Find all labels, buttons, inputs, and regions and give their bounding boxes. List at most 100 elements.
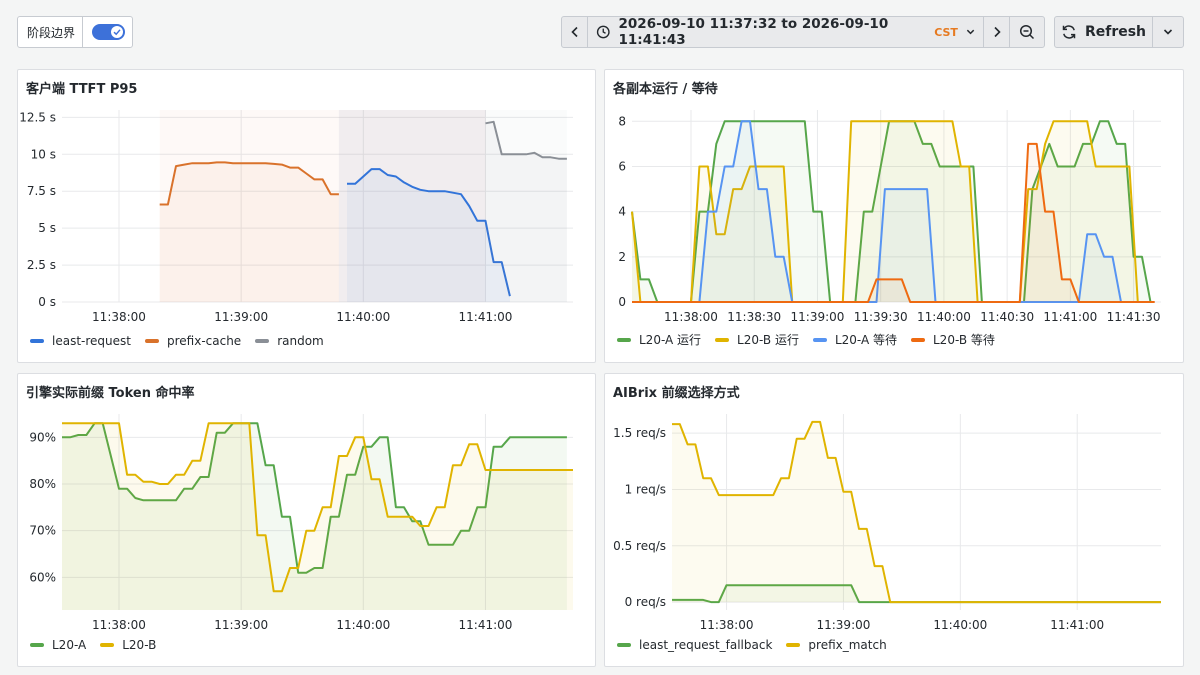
y-tick-label: 60% [29, 570, 56, 584]
phase-boundary-control: 阶段边界 [17, 16, 133, 48]
y-tick-label: 7.5 s [27, 184, 56, 198]
y-tick-label: 12.5 s [19, 110, 56, 124]
legend-item[interactable]: L20-A [30, 638, 86, 652]
aibrix-chart: 11:38:00 11:39:00 11:40:00 11:41:00 0 req/s 0… [613, 414, 1161, 632]
legend-item[interactable]: L20-A 等待 [812, 331, 897, 348]
x-tick-label: 11:39:00 [214, 618, 268, 632]
series-area [159, 162, 339, 302]
legend-swatch [786, 643, 801, 647]
chevron-right-icon [993, 26, 1001, 38]
legend-item[interactable]: prefix_match [786, 638, 887, 652]
x-tick-label: 11:41:00 [1043, 310, 1097, 324]
x-tick-label: 11:40:30 [980, 310, 1034, 324]
legend-item[interactable]: least_request_fallback [617, 638, 772, 652]
x-tick-label: 11:38:00 [664, 310, 718, 324]
legend-swatch [715, 337, 730, 342]
y-tick-label: 0 [618, 295, 626, 309]
refresh-interval-dropdown[interactable] [1153, 17, 1183, 47]
legend-label: L20-B [122, 638, 157, 652]
x-tick-label: 11:38:30 [727, 310, 781, 324]
legend-swatch [617, 337, 631, 342]
legend-label: L20-A [52, 638, 87, 652]
x-tick-label: 11:40:00 [933, 618, 987, 632]
legend-swatch [812, 337, 827, 342]
clock-icon [596, 25, 610, 39]
chevron-left-icon [570, 26, 578, 38]
x-tick-label: 11:39:00 [214, 310, 268, 324]
x-tick-label: 11:41:30 [1107, 310, 1161, 324]
x-tick-label: 11:39:30 [854, 310, 908, 324]
legend-item[interactable]: L20-B [100, 638, 156, 652]
x-tick-label: 11:38:00 [92, 310, 146, 324]
refresh-button[interactable]: Refresh [1055, 17, 1153, 47]
chart-legend: least-request prefix-cache random [30, 334, 324, 348]
legend-swatch [255, 339, 270, 343]
legend-item[interactable]: L20-B 运行 [715, 331, 799, 348]
x-tick-label: 11:38:00 [92, 618, 146, 632]
panel-hitrate: 引擎实际前缀 Token 命中率 11:38:00 11:39:00 11:40:0… [17, 373, 596, 667]
hitrate-chart: 11:38:00 11:39:00 11:40:00 11:41:00 60% 70% 80… [29, 414, 573, 632]
legend-label: least_request_fallback [639, 638, 773, 652]
x-tick-label: 11:40:00 [917, 310, 971, 324]
toggle-knob [111, 26, 124, 38]
x-tick-label: 11:39:00 [791, 310, 845, 324]
x-tick-label: 11:41:00 [1050, 618, 1104, 632]
legend-label: least-request [52, 334, 131, 348]
y-tick-label: 4 [618, 205, 626, 219]
y-tick-label: 6 [618, 159, 626, 173]
ttft-chart: 11:38:00 11:39:00 11:40:00 11:41:00 0 s 2.5 s… [19, 110, 573, 324]
legend-item[interactable]: least-request [30, 334, 131, 348]
x-tick-label: 11:39:00 [816, 618, 870, 632]
x-tick-label: 11:38:00 [700, 618, 754, 632]
y-tick-label: 80% [29, 477, 56, 491]
y-tick-label: 5 s [38, 221, 56, 235]
legend-item[interactable]: L20-A 运行 [617, 331, 701, 348]
chart-legend: L20-A 运行 L20-B 运行 L20-A 等待 L20-B 等待 [617, 331, 995, 348]
refresh-control: Refresh [1054, 16, 1184, 48]
x-tick-label: 11:41:00 [459, 618, 513, 632]
y-tick-label: 1 req/s [625, 482, 666, 496]
legend-swatch [30, 339, 44, 343]
legend-label: L20-A 等待 [834, 333, 897, 347]
zoom-out-icon [1019, 24, 1035, 40]
x-tick-label: 11:40:00 [336, 618, 390, 632]
time-shift-forward-button[interactable] [984, 17, 1010, 47]
chevron-down-icon [966, 29, 975, 35]
phase-boundary-toggle[interactable] [92, 24, 126, 40]
chart-legend: least_request_fallback prefix_match [617, 638, 887, 652]
chart-legend: L20-A L20-B [30, 638, 156, 652]
y-tick-label: 8 [618, 114, 626, 128]
time-range-text: 2026-09-10 11:37:32 to 2026-09-10 11:41:… [618, 16, 889, 48]
y-tick-label: 70% [29, 524, 56, 538]
time-shift-back-button[interactable] [562, 17, 588, 47]
time-range-button[interactable]: 2026-09-10 11:37:32 to 2026-09-10 11:41:… [588, 16, 984, 48]
zoom-out-button[interactable] [1010, 17, 1044, 47]
refresh-icon [1062, 25, 1076, 39]
replicas-chart: 11:38:00 11:38:30 11:39:00 11:39:30 11:40:00… [618, 110, 1161, 324]
phase-boundary-label: 阶段边界 [18, 17, 84, 47]
legend-item[interactable]: random [255, 334, 324, 348]
legend-label: L20-B 等待 [933, 333, 995, 347]
legend-item[interactable]: prefix-cache [144, 334, 242, 348]
x-tick-label: 11:41:00 [459, 310, 513, 324]
legend-label: L20-A 运行 [639, 333, 702, 347]
legend-label: prefix-cache [166, 334, 242, 348]
dashboard-toolbar: 阶段边界 2026-09-10 11:37:32 to 2026-09-10 1… [0, 0, 1200, 64]
x-tick-label: 11:40:00 [336, 310, 390, 324]
y-tick-label: 1.5 req/s [613, 426, 666, 440]
y-tick-label: 90% [29, 430, 56, 444]
legend-item[interactable]: L20-B 等待 [911, 331, 995, 348]
panel-replicas: 各副本运行 / 等待 11:38:00 11:38:30 11:39:00 11:39… [604, 69, 1184, 363]
time-range-picker: 2026-09-10 11:37:32 to 2026-09-10 11:41:… [561, 16, 1045, 48]
y-tick-label: 0.5 req/s [613, 539, 666, 553]
timezone-badge: CST [934, 25, 958, 39]
check-icon [113, 29, 121, 36]
legend-swatch [617, 643, 631, 647]
legend-swatch [144, 339, 159, 343]
legend-label: L20-B 运行 [737, 333, 799, 347]
y-tick-label: 0 s [38, 295, 56, 309]
chevron-down-icon [1163, 29, 1173, 35]
series-area [672, 421, 1161, 603]
y-tick-label: 0 req/s [625, 595, 666, 609]
legend-swatch [100, 643, 115, 647]
